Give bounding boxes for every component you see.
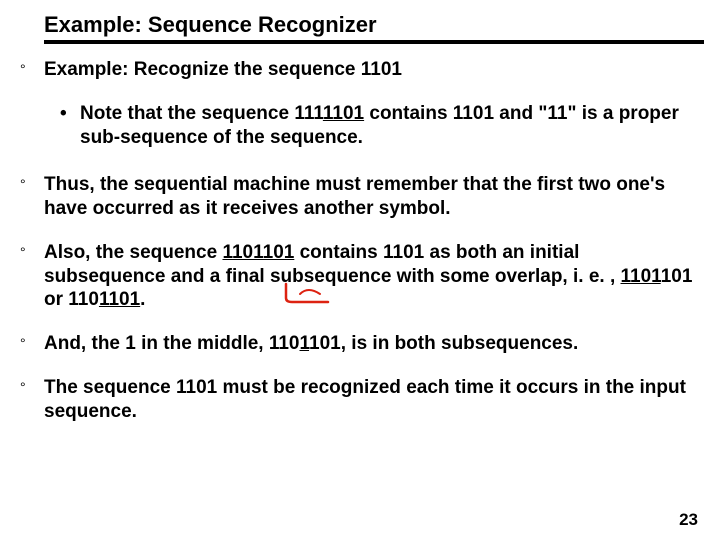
title-underline [44, 40, 704, 44]
text-span: 101, is in both subsequences. [309, 333, 578, 354]
text-span: Also, the sequence [44, 242, 222, 263]
text-span: Note that the sequence 111 [80, 103, 323, 124]
underline-span: 1101 [621, 266, 661, 287]
bullet-marker: ° [20, 173, 44, 195]
bullet-1: ° Example: Recognize the sequence 1101 [20, 58, 700, 82]
bullet-5: ° The sequence 1101 must be recognized e… [20, 376, 700, 424]
text-span: . [140, 289, 145, 310]
sub-bullet-1: • Note that the sequence 1111101 contain… [60, 102, 700, 150]
sub-bullet-marker: • [60, 102, 80, 126]
bullet-text: And, the 1 in the middle, 1101101, is in… [44, 332, 700, 356]
bullet-text: Example: Recognize the sequence 1101 [44, 58, 700, 82]
bullet-text: Also, the sequence 1101101 contains 1101… [44, 241, 700, 312]
underline-span: 1101 [99, 289, 140, 310]
bullet-2: ° Thus, the sequential machine must reme… [20, 173, 700, 221]
underline-span: 1101101 [222, 242, 294, 263]
bullet-text: Thus, the sequential machine must rememb… [44, 173, 700, 221]
bullet-marker: ° [20, 332, 44, 354]
bullet-4: ° And, the 1 in the middle, 1101101, is … [20, 332, 700, 356]
slide-title: Example: Sequence Recognizer [44, 12, 700, 38]
text-span: And, the 1 in the middle, 110 [44, 333, 300, 354]
bullet-3: ° Also, the sequence 1101101 contains 11… [20, 241, 700, 312]
bullet-marker: ° [20, 376, 44, 398]
underline-span: 1101 [323, 103, 364, 124]
bullet-marker: ° [20, 58, 44, 80]
underline-span: 1 [300, 333, 310, 354]
page-number: 23 [679, 510, 698, 530]
bullet-text: The sequence 1101 must be recognized eac… [44, 376, 700, 424]
sub-bullet-text: Note that the sequence 1111101 contains … [80, 102, 700, 150]
bullet-marker: ° [20, 241, 44, 263]
